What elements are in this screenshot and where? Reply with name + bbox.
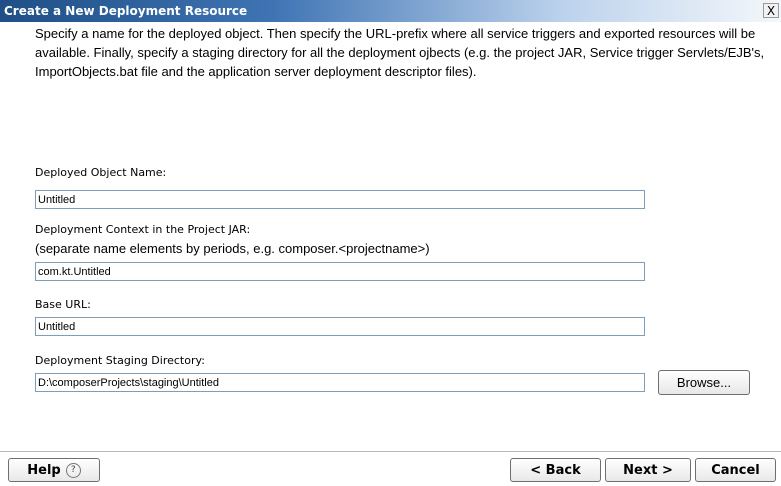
context-label: Deployment Context in the Project JAR: bbox=[35, 223, 251, 236]
help-button[interactable]: Help ? bbox=[8, 458, 100, 482]
context-input[interactable] bbox=[35, 262, 645, 281]
back-button[interactable]: < Back bbox=[510, 458, 601, 482]
cancel-button[interactable]: Cancel bbox=[695, 458, 776, 482]
help-button-label: Help bbox=[27, 462, 61, 478]
button-bar-separator bbox=[0, 451, 781, 452]
base-url-input[interactable] bbox=[35, 317, 645, 336]
object-name-label: Deployed Object Name: bbox=[35, 166, 167, 179]
instructions-text: Specify a name for the deployed object. … bbox=[35, 26, 765, 79]
window-title: Create a New Deployment Resource bbox=[4, 4, 248, 18]
base-url-label: Base URL: bbox=[35, 298, 91, 311]
staging-dir-label: Deployment Staging Directory: bbox=[35, 354, 205, 367]
context-hint: (separate name elements by periods, e.g.… bbox=[35, 241, 430, 256]
title-bar: Create a New Deployment Resource X bbox=[0, 0, 781, 22]
browse-button[interactable]: Browse... bbox=[658, 370, 750, 395]
help-icon: ? bbox=[65, 462, 81, 478]
next-button[interactable]: Next > bbox=[605, 458, 691, 482]
staging-dir-input[interactable] bbox=[35, 373, 645, 392]
object-name-input[interactable] bbox=[35, 190, 645, 209]
close-button[interactable]: X bbox=[763, 3, 779, 18]
